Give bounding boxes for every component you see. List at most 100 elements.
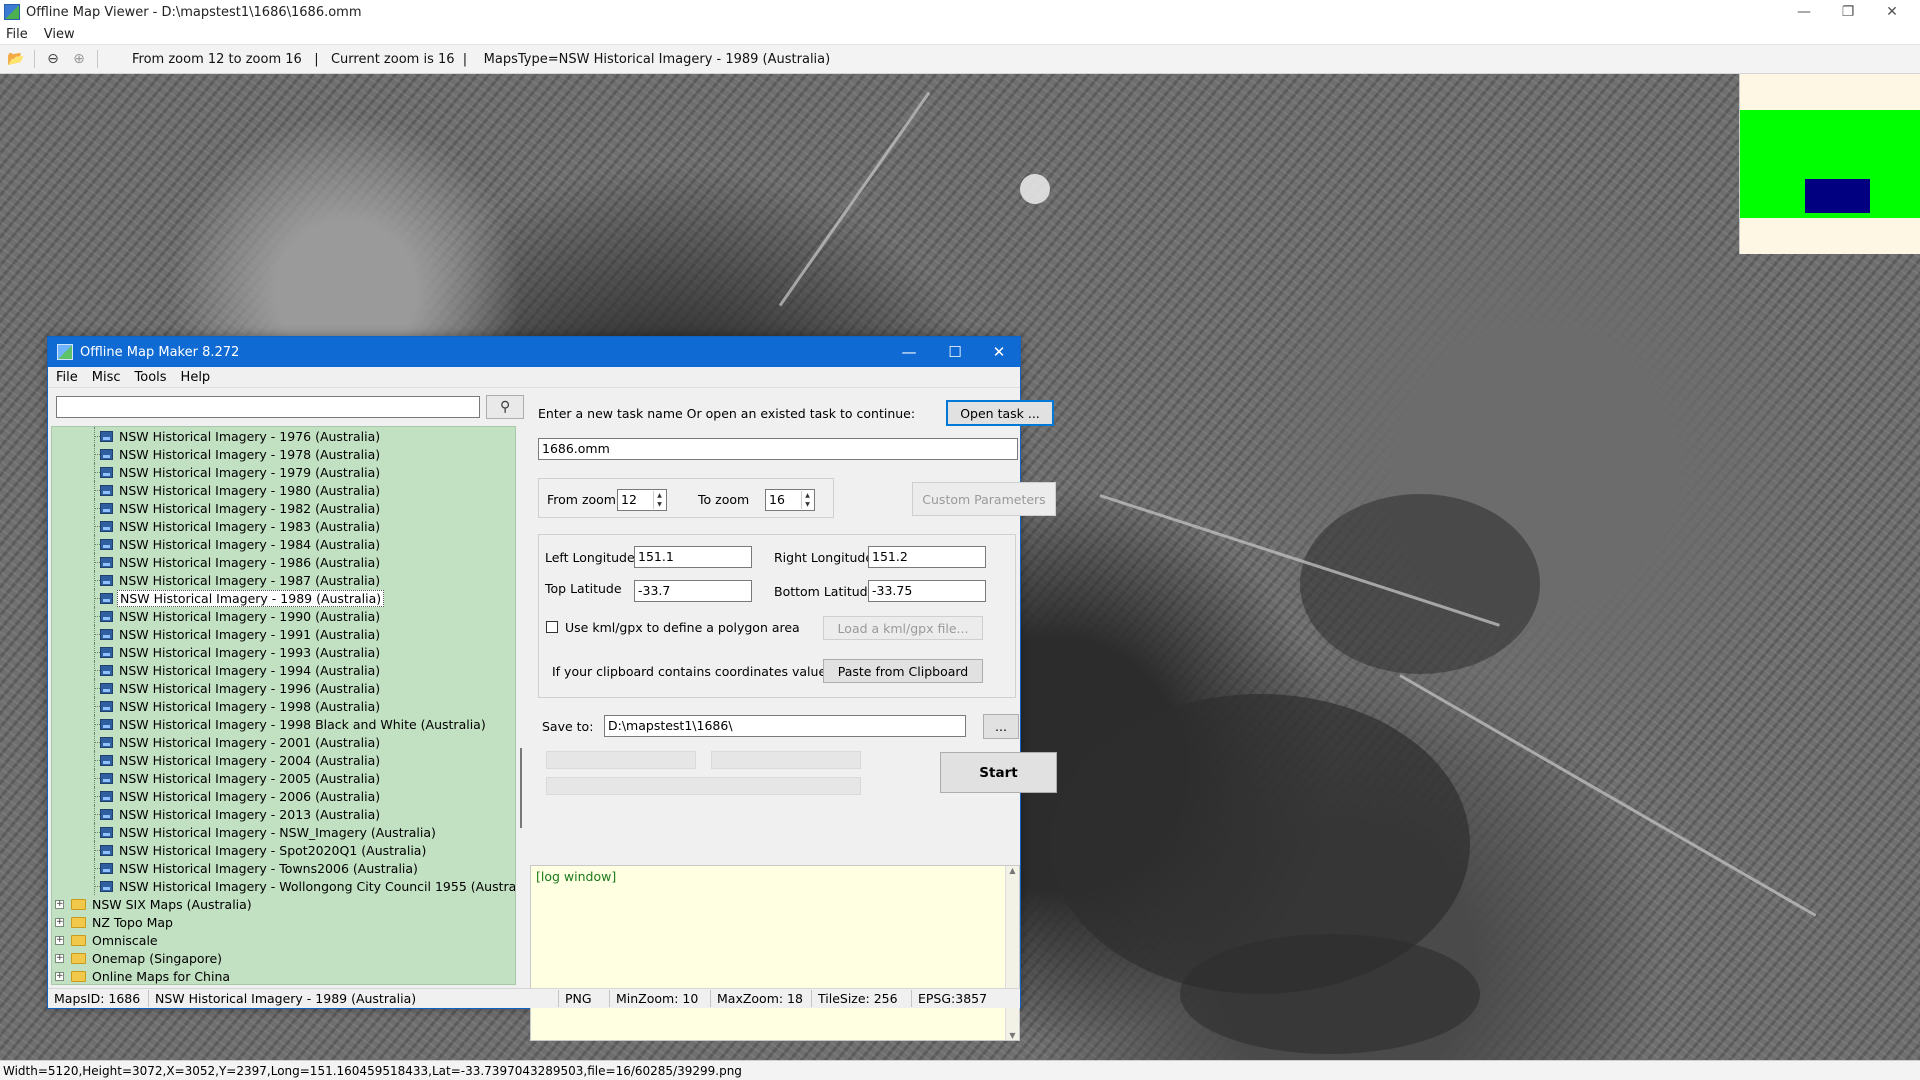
left-longitude-field[interactable]: 151.1 (634, 546, 752, 568)
tree-item[interactable]: NSW Historical Imagery - 2013 (Australia… (52, 805, 515, 823)
task-name-field[interactable]: 1686.omm (538, 438, 1018, 460)
maximize-button[interactable]: ☐ (932, 337, 978, 367)
map-maker-window: Offline Map Maker 8.272 — ☐ ✕ File Misc … (47, 336, 1057, 1041)
tree-item[interactable]: NSW Historical Imagery - 1998 Black and … (52, 715, 515, 733)
top-latitude-field[interactable]: -33.7 (634, 580, 752, 602)
tree-item[interactable]: NSW Historical Imagery - 2005 (Australia… (52, 769, 515, 787)
map-layer-icon (100, 538, 113, 550)
expand-icon[interactable]: + (55, 953, 64, 963)
search-button[interactable]: ⚲ (486, 395, 524, 419)
arrow-down-icon: ▼ (657, 501, 662, 508)
tree-folder[interactable]: + Onemap (Singapore) (52, 949, 515, 967)
map-layer-icon (100, 592, 113, 604)
log-scrollbar[interactable]: ▲ ▼ (1005, 866, 1019, 1040)
map-maker-titlebar: Offline Map Maker 8.272 — ☐ ✕ (48, 337, 1020, 367)
tree-folder[interactable]: + NSW SIX Maps (Australia) (52, 895, 515, 913)
menu-view[interactable]: View (44, 27, 75, 42)
close-button[interactable]: ✕ (976, 337, 1022, 367)
tree-item[interactable]: NSW Historical Imagery - 1976 (Australia… (52, 427, 515, 445)
tree-folder[interactable]: + NZ Topo Map (52, 913, 515, 931)
clipboard-prompt-label: If your clipboard contains coordinates v… (552, 664, 837, 679)
map-layer-icon (100, 430, 113, 442)
custom-parameters-button[interactable]: Custom Parameters (912, 482, 1056, 516)
tree-item[interactable]: NSW Historical Imagery - 1991 (Australia… (52, 625, 515, 643)
folder-icon (71, 970, 86, 982)
save-path-field[interactable]: D:\mapstest1\1686\ (604, 715, 966, 737)
menu-file[interactable]: File (56, 370, 78, 385)
to-zoom-stepper[interactable]: 16 ▲ ▼ (765, 489, 815, 511)
stepper-arrows[interactable]: ▲ ▼ (801, 491, 813, 509)
start-button[interactable]: Start (940, 752, 1057, 793)
map-layer-icon (100, 574, 113, 586)
minimap[interactable] (1739, 74, 1920, 254)
map-layer-icon (100, 610, 113, 622)
map-maker-menubar: File Misc Tools Help (48, 367, 1020, 388)
bottom-latitude-field[interactable]: -33.75 (868, 580, 986, 602)
search-input[interactable] (56, 396, 481, 418)
tree-item[interactable]: NSW Historical Imagery - 1984 (Australia… (52, 535, 515, 553)
paste-clipboard-button[interactable]: Paste from Clipboard (823, 659, 983, 683)
tree-item[interactable]: NSW Historical Imagery - 1987 (Australia… (52, 571, 515, 589)
kml-polygon-checkbox[interactable] (546, 621, 558, 633)
tree-item[interactable]: NSW Historical Imagery - 1990 (Australia… (52, 607, 515, 625)
tree-folder[interactable]: + Online Maps for China (52, 967, 515, 984)
progress-bar (711, 751, 861, 769)
log-window[interactable]: [log window] ▲ ▼ (530, 865, 1020, 1041)
expand-icon[interactable]: + (55, 971, 64, 981)
tree-item-selected[interactable]: NSW Historical Imagery - 1989 (Australia… (52, 589, 515, 607)
tree-item[interactable]: NSW Historical Imagery - 2001 (Australia… (52, 733, 515, 751)
pane-splitter[interactable] (520, 748, 522, 828)
save-to-label: Save to: (542, 719, 594, 734)
bottom-latitude-label: Bottom Latitude (774, 584, 876, 599)
restore-button[interactable]: ❐ (1826, 0, 1870, 24)
tree-item[interactable]: NSW Historical Imagery - 1996 (Australia… (52, 679, 515, 697)
tree-item[interactable]: NSW Historical Imagery - 1983 (Australia… (52, 517, 515, 535)
minimize-button[interactable]: — (886, 337, 932, 367)
minimap-current-view[interactable] (1805, 179, 1870, 213)
app-icon (4, 4, 20, 20)
tree-item[interactable]: NSW Historical Imagery - Wollongong City… (52, 877, 515, 895)
close-button[interactable]: ✕ (1870, 0, 1914, 24)
zoom-in-icon[interactable]: ⊕ (69, 49, 89, 69)
menu-tools[interactable]: Tools (135, 370, 167, 385)
tree-item[interactable]: NSW Historical Imagery - 1994 (Australia… (52, 661, 515, 679)
tree-item[interactable]: NSW Historical Imagery - 1980 (Australia… (52, 481, 515, 499)
right-longitude-field[interactable]: 151.2 (868, 546, 986, 568)
expand-icon[interactable]: + (55, 899, 64, 909)
tree-folder[interactable]: + Omniscale (52, 931, 515, 949)
map-layer-icon (100, 484, 113, 496)
progress-bar (546, 751, 696, 769)
from-zoom-stepper[interactable]: 12 ▲ ▼ (617, 489, 667, 511)
expand-icon[interactable]: + (55, 917, 64, 927)
status-format: PNG (559, 990, 610, 1007)
tree-item[interactable]: NSW Historical Imagery - 2006 (Australia… (52, 787, 515, 805)
tree-item[interactable]: NSW Historical Imagery - 1978 (Australia… (52, 445, 515, 463)
stepper-arrows[interactable]: ▲ ▼ (653, 491, 665, 509)
tree-item[interactable]: NSW Historical Imagery - 1993 (Australia… (52, 643, 515, 661)
open-folder-icon[interactable]: 📂 (6, 49, 26, 69)
menu-file[interactable]: File (6, 27, 28, 42)
tree-item[interactable]: NSW Historical Imagery - Towns2006 (Aust… (52, 859, 515, 877)
arrow-up-icon: ▲ (657, 492, 662, 499)
scroll-up-icon: ▲ (1009, 866, 1016, 875)
expand-icon[interactable]: + (55, 935, 64, 945)
tree-item[interactable]: NSW Historical Imagery - 1979 (Australia… (52, 463, 515, 481)
tree-item[interactable]: NSW Historical Imagery - 1998 (Australia… (52, 697, 515, 715)
tree-item[interactable]: NSW Historical Imagery - Spot2020Q1 (Aus… (52, 841, 515, 859)
map-landmark (1020, 174, 1050, 204)
tree-item[interactable]: NSW Historical Imagery - 2004 (Australia… (52, 751, 515, 769)
load-kml-button[interactable]: Load a kml/gpx file... (823, 616, 983, 640)
tree-item[interactable]: NSW Historical Imagery - 1986 (Australia… (52, 553, 515, 571)
map-type-tree[interactable]: NSW Historical Imagery - 1976 (Australia… (51, 426, 516, 985)
tree-item[interactable]: NSW Historical Imagery - 1982 (Australia… (52, 499, 515, 517)
zoom-out-icon[interactable]: ⊖ (43, 49, 63, 69)
menu-misc[interactable]: Misc (92, 370, 121, 385)
menu-help[interactable]: Help (181, 370, 211, 385)
open-task-button[interactable]: Open task ... (946, 400, 1054, 426)
browse-button[interactable]: ... (983, 714, 1019, 739)
map-layer-icon (100, 880, 113, 892)
folder-icon (71, 898, 86, 910)
tree-item[interactable]: NSW Historical Imagery - NSW_Imagery (Au… (52, 823, 515, 841)
map-layer-icon (100, 772, 113, 784)
minimize-button[interactable]: — (1782, 0, 1826, 24)
